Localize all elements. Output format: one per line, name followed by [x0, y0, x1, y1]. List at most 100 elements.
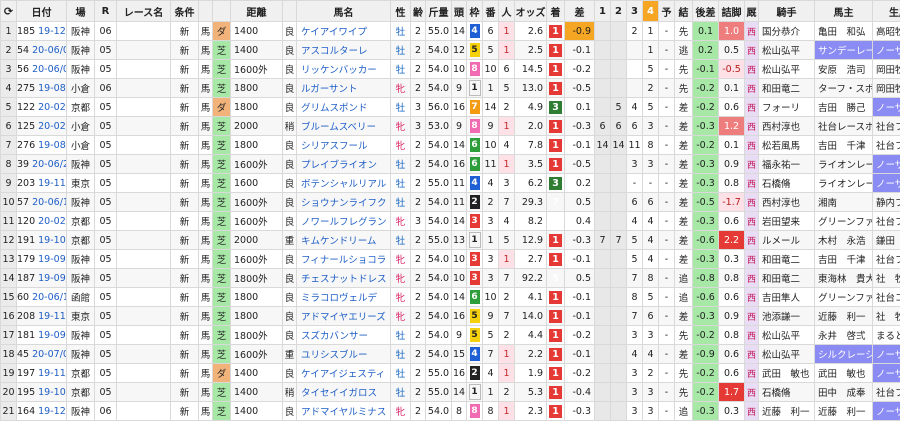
race-date-link[interactable]: 19719-11/16: [16, 363, 67, 383]
horse-name-link[interactable]: ショウナンライフク: [296, 192, 391, 212]
horse-name-link[interactable]: ミラコロヴェルデ: [296, 287, 391, 307]
horse-name-link[interactable]: フィナールショコラ: [296, 249, 391, 269]
race-date-link[interactable]: 16419-12/22: [16, 401, 67, 421]
table-row[interactable]: 17 18119-09/14 阪神 05 新 馬 芝 1800外 良 スズカバン…: [0, 325, 900, 345]
horse-name-link[interactable]: ケイアイジェスティ: [296, 363, 391, 383]
horse-name-link[interactable]: チェスナットドレス: [296, 268, 391, 288]
race-date-link[interactable]: 19119-10/13: [16, 230, 67, 250]
table-row[interactable]: 13 17919-09/07 阪神 05 新 馬 芝 1600外 良 フィナール…: [0, 249, 900, 269]
horse-name-link[interactable]: スズカバンサー: [296, 325, 391, 345]
col-header-prediction[interactable]: 予: [658, 0, 675, 22]
horse-name-link[interactable]: シリアスフール: [296, 135, 391, 155]
race-date-link[interactable]: 12520-02/01: [16, 116, 67, 136]
table-row[interactable]: 19 19719-11/16 京都 05 新 馬 ダ 1400 良 ケイアイジェ…: [0, 363, 900, 383]
race-date-link[interactable]: 27619-08/04: [16, 135, 67, 155]
horse-name-link[interactable]: プレイブライオン: [296, 154, 391, 174]
race-date-link[interactable]: 4520-07/04: [16, 344, 67, 364]
table-row[interactable]: 8 3920-06/21 阪神 05 新 馬 芝 1600外 良 プレイブライオ…: [0, 154, 900, 174]
prediction: -: [658, 97, 675, 117]
table-row[interactable]: 21 16419-12/22 阪神 06 新 馬 芝 1400 良 アドマイヤル…: [0, 401, 900, 421]
table-row[interactable]: 15 6020-06/13 函館 05 新 馬 芝 1800 良 ミラコロヴェル…: [0, 287, 900, 307]
race-date-link[interactable]: 5620-06/06: [16, 59, 67, 79]
race-date-link[interactable]: 18119-09/14: [16, 325, 67, 345]
horse-name-link[interactable]: ルガーサント: [296, 78, 391, 98]
col-header-date[interactable]: 日付: [16, 0, 67, 22]
closing-speed: 1.7: [718, 382, 745, 402]
horse-name-link[interactable]: アドマイヤエリーズ: [296, 306, 391, 326]
col-header-placing[interactable]: 着: [546, 0, 565, 22]
col-header-age[interactable]: 齢: [410, 0, 426, 22]
horse-name-link[interactable]: タイセイイガロス: [296, 382, 391, 402]
race-date-link[interactable]: 18719-09/15: [16, 268, 67, 288]
col-header-corner-1[interactable]: 1: [594, 0, 611, 22]
col-header-closing[interactable]: 詰脚: [718, 0, 745, 22]
horse-name-link[interactable]: アドマイヤルミナス: [296, 401, 391, 421]
col-header-corner-3[interactable]: 3: [626, 0, 643, 22]
col-header-sex[interactable]: 性: [390, 0, 411, 22]
horse-name-link[interactable]: アスコルターレ: [296, 40, 391, 60]
table-row[interactable]: 1 18519-12/01 阪神 06 新 馬 ダ 1400 良 ケイアイワイプ…: [0, 21, 900, 41]
horse-number: 14: [482, 97, 499, 117]
col-header-race-name[interactable]: レース名: [116, 0, 171, 22]
table-row[interactable]: 2 5420-06/07 阪神 05 新 馬 芝 1400 良 アスコルターレ …: [0, 40, 900, 60]
race-date-link[interactable]: 18519-12/01: [16, 21, 67, 41]
col-header-popularity[interactable]: 人: [498, 0, 515, 22]
race-date-link[interactable]: 27519-08/04: [16, 78, 67, 98]
table-row[interactable]: 3 5620-06/06 阪神 05 新 馬 芝 1600外 良 リッケンバッカ…: [0, 59, 900, 79]
col-header-distance[interactable]: 距離: [230, 0, 283, 22]
horse-sex: 牝: [390, 78, 411, 98]
race-date-link[interactable]: 5420-06/07: [16, 40, 67, 60]
horse-name-link[interactable]: ノワールフレグラン: [296, 211, 391, 231]
table-row[interactable]: 12 19119-10/13 京都 05 新 馬 芝 2000 重 キムケンドリ…: [0, 230, 900, 250]
col-header-heads[interactable]: 頭: [451, 0, 467, 22]
race-date-link[interactable]: 20319-11/10: [16, 173, 67, 193]
col-header-number[interactable]: 番: [482, 0, 499, 22]
col-header-horse-name[interactable]: 馬名: [296, 0, 391, 22]
horse-name-link[interactable]: グリムスポンド: [296, 97, 391, 117]
horse-name-link[interactable]: ケイアイワイプ: [296, 21, 391, 41]
col-header-jockey[interactable]: 騎手: [758, 0, 815, 22]
table-row[interactable]: 4 27519-08/04 小倉 06 新 馬 芝 1800 良 ルガーサント …: [0, 78, 900, 98]
col-header-corner-2[interactable]: 2: [610, 0, 627, 22]
col-header-condition[interactable]: 条件: [170, 0, 199, 22]
table-row[interactable]: 16 20819-11/16 東京 05 新 馬 芝 1800 良 アドマイヤエ…: [0, 306, 900, 326]
horse-name-link[interactable]: ブルームスベリー: [296, 116, 391, 136]
col-header-stable[interactable]: 厩: [744, 0, 759, 22]
col-header-margin[interactable]: 差: [564, 0, 595, 22]
race-date-link[interactable]: 3920-06/21: [16, 154, 67, 174]
col-header-breeder[interactable]: 生産: [872, 0, 900, 22]
race-date-link[interactable]: 6020-06/13: [16, 287, 67, 307]
corner-2: [610, 78, 627, 98]
col-header-gate[interactable]: 枠: [466, 0, 483, 22]
col-header-result[interactable]: 結: [674, 0, 693, 22]
table-row[interactable]: 14 18719-09/15 阪神 05 新 馬 芝 1800外 良 チェスナッ…: [0, 268, 900, 288]
table-row[interactable]: 5 12220-02/08 京都 05 新 馬 ダ 1800 良 グリムスポンド…: [0, 97, 900, 117]
table-row[interactable]: 9 20319-11/10 東京 05 新 馬 芝 1600 良 ボテンシャルリ…: [0, 173, 900, 193]
horse-name-link[interactable]: キムケンドリーム: [296, 230, 391, 250]
horse-name-link[interactable]: ユリシスブルー: [296, 344, 391, 364]
col-header-venue[interactable]: 場: [66, 0, 95, 22]
race-date-link[interactable]: 17919-09/07: [16, 249, 67, 269]
col-header-weight[interactable]: 斤量: [425, 0, 452, 22]
horse-age: 2: [410, 59, 426, 79]
table-row[interactable]: 11 12020-02/09 京都 05 新 馬 芝 1600外 良 ノワールフ…: [0, 211, 900, 231]
race-date-link[interactable]: 19519-10/20: [16, 382, 67, 402]
race-date-link[interactable]: 5720-06/14: [16, 192, 67, 212]
horse-name-link[interactable]: リッケンバッカー: [296, 59, 391, 79]
table-row[interactable]: 6 12520-02/01 小倉 05 新 馬 芝 2000 稍 ブルームスベリ…: [0, 116, 900, 136]
race-date-link[interactable]: 20819-11/16: [16, 306, 67, 326]
venue: 小倉: [66, 135, 95, 155]
col-header-race-no[interactable]: R: [94, 0, 117, 22]
table-row[interactable]: 20 19519-10/20 京都 05 新 馬 芝 1400 稍 タイセイイガ…: [0, 382, 900, 402]
col-header-owner[interactable]: 馬主: [814, 0, 873, 22]
race-date-link[interactable]: 12020-02/09: [16, 211, 67, 231]
table-row[interactable]: 18 4520-07/04 阪神 05 新 馬 芝 1600外 重 ユリシスブル…: [0, 344, 900, 364]
race-date-link[interactable]: 12220-02/08: [16, 97, 67, 117]
horse-name-link[interactable]: ボテンシャルリアル: [296, 173, 391, 193]
table-row[interactable]: 10 5720-06/14 阪神 05 新 馬 芝 1600外 良 ショウナンラ…: [0, 192, 900, 212]
col-header-late-diff[interactable]: 後差: [692, 0, 719, 22]
table-row[interactable]: 7 27619-08/04 小倉 05 新 馬 芝 1800 良 シリアスフール…: [0, 135, 900, 155]
col-header-corner-4[interactable]: 4: [642, 0, 659, 22]
col-header-refresh[interactable]: ⟳: [0, 0, 17, 22]
col-header-odds[interactable]: オッズ: [514, 0, 547, 22]
